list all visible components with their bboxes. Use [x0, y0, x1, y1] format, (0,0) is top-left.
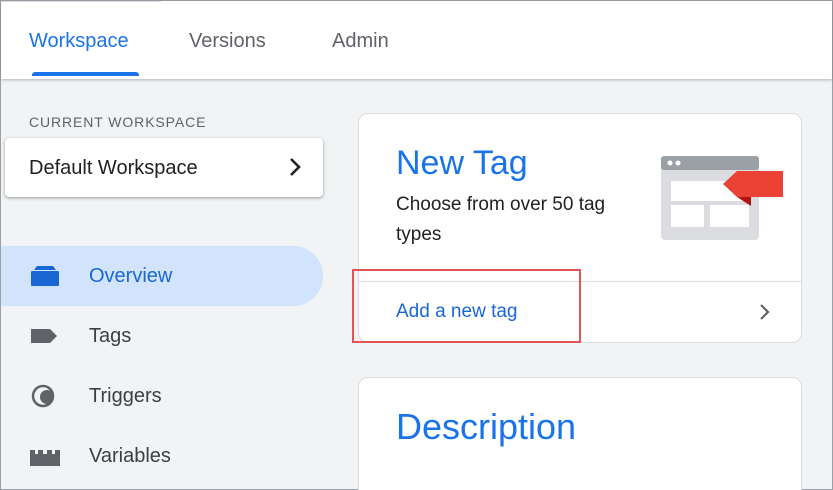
tab-admin[interactable]: Admin — [332, 30, 389, 53]
sidebar-item-tags[interactable]: Tags — [1, 306, 323, 366]
new-tag-card: New Tag Choose from over 50 tag types Ad… — [358, 113, 802, 343]
sidebar-item-label: Triggers — [89, 385, 162, 407]
workspace-selector[interactable]: Default Workspace — [5, 138, 323, 197]
new-tag-title: New Tag — [396, 144, 528, 182]
current-workspace-label: CURRENT WORKSPACE — [29, 114, 207, 130]
card-divider — [359, 281, 801, 282]
tab-versions[interactable]: Versions — [189, 30, 266, 53]
tag-illustration-icon — [661, 156, 783, 240]
chevron-right-icon — [290, 158, 301, 176]
sidebar-item-triggers[interactable]: Triggers — [1, 366, 323, 426]
overview-icon — [31, 266, 59, 286]
description-title: Description — [396, 406, 577, 447]
sidebar-item-label: Variables — [89, 445, 171, 467]
tag-icon — [31, 329, 57, 343]
chevron-right-icon[interactable] — [756, 302, 774, 322]
sidebar-item-variables[interactable]: Variables — [1, 426, 323, 486]
add-new-tag-link[interactable]: Add a new tag — [396, 301, 517, 323]
top-navigation-bar: Workspace Versions Admin — [1, 1, 832, 79]
tab-workspace[interactable]: Workspace — [29, 30, 129, 53]
workspace-name: Default Workspace — [29, 157, 198, 179]
trigger-icon — [31, 384, 55, 408]
top-hairline — [1, 1, 161, 2]
description-card: Description — [358, 377, 802, 490]
new-tag-description: Choose from over 50 tag types — [396, 194, 606, 245]
sidebar-item-overview[interactable]: Overview — [1, 246, 323, 306]
sidebar-item-label: Overview — [89, 265, 173, 287]
sidebar-item-label: Tags — [89, 325, 132, 347]
variables-icon — [30, 450, 60, 466]
active-tab-indicator — [32, 72, 139, 76]
